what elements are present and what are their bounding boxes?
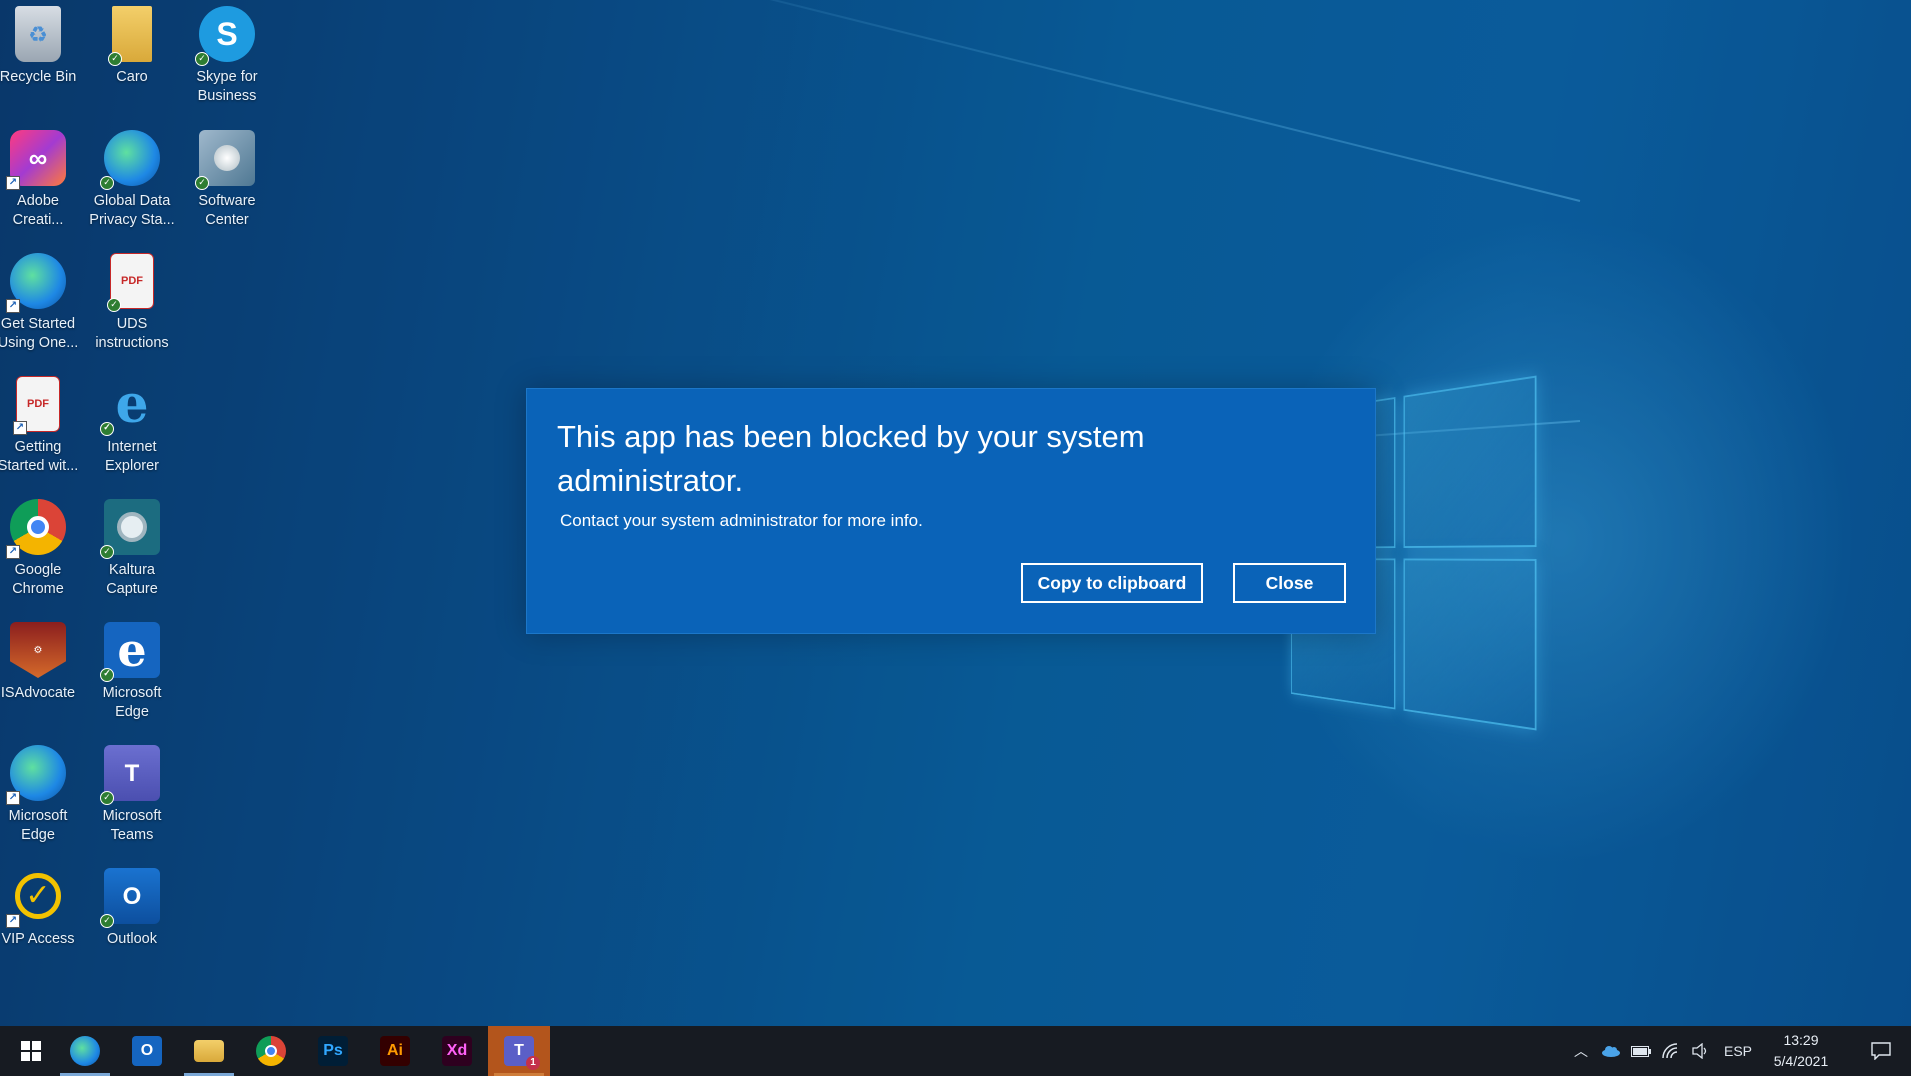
- teams-icon: T 1: [504, 1036, 540, 1070]
- skype-icon: S ✓: [195, 6, 255, 66]
- desktop-icon-uds-instructions[interactable]: PDF ✓ UDS instructions: [86, 247, 178, 365]
- input-language-button[interactable]: ESP: [1718, 1026, 1758, 1076]
- edge-icon: ↗: [6, 253, 66, 313]
- desktop-icon-software-center[interactable]: ✓ Software Center: [181, 124, 273, 242]
- taskbar-illustrator[interactable]: Ai: [364, 1026, 426, 1076]
- taskbar-chrome[interactable]: [240, 1026, 302, 1076]
- desktop-icon-microsoft-teams[interactable]: T ✓ Microsoft Teams: [86, 739, 178, 857]
- battery-tray[interactable]: [1628, 1026, 1654, 1076]
- desktop-icon-recycle-bin[interactable]: ♻ Recycle Bin: [0, 0, 84, 118]
- taskbar-outlook[interactable]: O: [116, 1026, 178, 1076]
- taskbar: O Ps Ai Xd T 1 ︿ ESP 13:29 5/4/2021: [0, 1026, 1911, 1076]
- desktop-icon-vip-access[interactable]: ✓ ↗ VIP Access: [0, 862, 84, 980]
- dialog-title: This app has been blocked by your system…: [557, 419, 1145, 498]
- desktop-icon-skype-for-business[interactable]: S ✓ Skype for Business: [181, 0, 273, 118]
- desktop-icon-kaltura-capture[interactable]: ✓ Kaltura Capture: [86, 493, 178, 611]
- clock-time: 13:29: [1783, 1032, 1819, 1048]
- clock[interactable]: 13:29 5/4/2021: [1756, 1030, 1846, 1072]
- folder-icon: [194, 1040, 224, 1062]
- desktop: ♻ Recycle Bin ∞ ↗ Adobe Creati... ↗ Get S…: [0, 0, 1911, 1026]
- chevron-up-icon: ︿: [1574, 1043, 1588, 1059]
- desktop-icon-global-data-privacy[interactable]: ✓ Global Data Privacy Sta...: [86, 124, 178, 242]
- volume-tray[interactable]: [1688, 1026, 1714, 1076]
- internet-explorer-icon: e ✓: [100, 376, 160, 436]
- desktop-icon-getting-started-pdf[interactable]: PDF ↗ Getting Started wit...: [0, 370, 84, 488]
- desktop-icon-internet-explorer[interactable]: e ✓ Internet Explorer: [86, 370, 178, 488]
- desktop-icon-microsoft-edge-new[interactable]: ↗ Microsoft Edge: [0, 739, 84, 857]
- desktop-icon-caro-folder[interactable]: ✓ Caro: [86, 0, 178, 118]
- windows-start-icon: [21, 1041, 41, 1061]
- taskbar-file-explorer[interactable]: [178, 1026, 240, 1076]
- taskbar-photoshop[interactable]: Ps: [302, 1026, 364, 1076]
- edge-icon: ↗: [6, 745, 66, 805]
- taskbar-xd[interactable]: Xd: [426, 1026, 488, 1076]
- copy-to-clipboard-button[interactable]: Copy to clipboard: [1021, 563, 1203, 603]
- network-tray[interactable]: [1658, 1026, 1684, 1076]
- close-button[interactable]: Close: [1233, 563, 1346, 603]
- teams-icon: T ✓: [100, 745, 160, 805]
- adobe-creative-cloud-icon: ∞ ↗: [6, 130, 66, 190]
- onedrive-tray[interactable]: [1598, 1026, 1624, 1076]
- battery-icon: [1631, 1045, 1651, 1057]
- desktop-icon-microsoft-edge-legacy[interactable]: e ✓ Microsoft Edge: [86, 616, 178, 734]
- chrome-icon: [256, 1036, 286, 1066]
- taskbar-teams[interactable]: T 1: [488, 1026, 550, 1076]
- recycle-bin-icon: ♻: [15, 6, 61, 62]
- show-hidden-icons-button[interactable]: ︿: [1568, 1026, 1594, 1076]
- speaker-icon: [1692, 1043, 1707, 1059]
- start-button[interactable]: [0, 1026, 62, 1076]
- desktop-icon-outlook[interactable]: O ✓ Outlook: [86, 862, 178, 980]
- edge-icon: ✓: [100, 130, 160, 190]
- notification-badge: 1: [526, 1056, 540, 1070]
- clock-date: 5/4/2021: [1773, 1053, 1829, 1069]
- illustrator-icon: Ai: [380, 1036, 410, 1066]
- folder-icon: ✓: [108, 6, 152, 66]
- edge-icon: [70, 1036, 100, 1066]
- wifi-icon: [1662, 1043, 1678, 1059]
- taskbar-edge[interactable]: [54, 1026, 116, 1076]
- isadvocate-icon: ⚙: [10, 622, 66, 678]
- blocked-app-dialog: This app has been blocked by your system…: [526, 388, 1376, 634]
- kaltura-icon: ✓: [100, 499, 160, 559]
- xd-icon: Xd: [442, 1036, 472, 1066]
- desktop-icon-get-started-onedrive[interactable]: ↗ Get Started Using One...: [0, 247, 84, 365]
- vip-access-icon: ✓ ↗: [6, 868, 66, 928]
- pdf-icon: PDF ✓: [107, 253, 154, 312]
- software-center-icon: ✓: [195, 130, 255, 190]
- outlook-icon: O: [132, 1036, 162, 1066]
- desktop-icon-adobe-creative-cloud[interactable]: ∞ ↗ Adobe Creati...: [0, 124, 84, 242]
- dialog-message: Contact your system administrator for mo…: [560, 511, 923, 530]
- desktop-icon-isadvocate[interactable]: ⚙ ISAdvocate: [0, 616, 84, 734]
- desktop-icon-google-chrome[interactable]: ↗ Google Chrome: [0, 493, 84, 611]
- notification-icon: [1871, 1042, 1891, 1060]
- onedrive-cloud-icon: [1602, 1046, 1620, 1057]
- action-center-button[interactable]: [1856, 1026, 1906, 1076]
- photoshop-icon: Ps: [318, 1036, 348, 1066]
- pdf-icon: PDF ↗: [13, 376, 60, 435]
- chrome-icon: ↗: [6, 499, 66, 559]
- edge-legacy-icon: e ✓: [100, 622, 160, 682]
- outlook-icon: O ✓: [100, 868, 160, 928]
